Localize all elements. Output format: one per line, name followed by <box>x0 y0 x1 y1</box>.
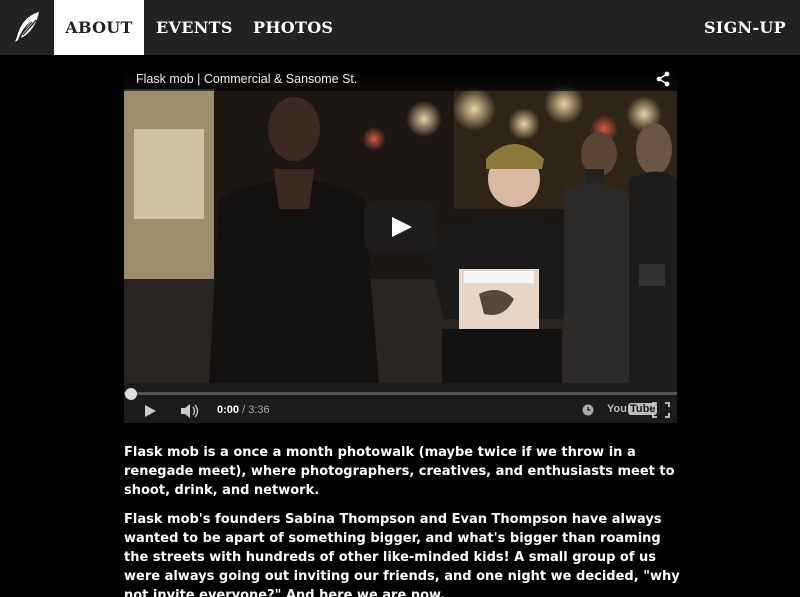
duration: 3:36 <box>248 404 270 416</box>
video-controls: 0:00 / 3:36 You Tube <box>124 383 677 423</box>
share-icon[interactable] <box>655 71 671 87</box>
video-title[interactable]: Flask mob | Commercial & Sansome St. <box>136 72 357 86</box>
video-player[interactable]: Flask mob | Commercial & Sansome St. 0:0… <box>124 69 677 423</box>
about-content: Flask mob is a once a month photowalk (m… <box>124 443 684 597</box>
nav-events[interactable]: EVENTS <box>156 0 233 55</box>
about-paragraph-1: Flask mob is a once a month photowalk (m… <box>124 445 675 498</box>
feather-icon[interactable] <box>12 10 44 44</box>
current-time: 0:00 <box>217 404 240 416</box>
play-icon[interactable] <box>142 403 158 419</box>
nav-about[interactable]: ABOUT <box>54 0 144 55</box>
youtube-logo-you: You <box>607 403 627 415</box>
time-display: 0:00 / 3:36 <box>217 404 270 416</box>
progress-bar[interactable] <box>124 392 677 395</box>
about-paragraph-2: Flask mob's founders Sabina Thompson and… <box>124 512 680 597</box>
watch-later-icon[interactable] <box>582 404 594 416</box>
video-frame[interactable]: Flask mob | Commercial & Sansome St. <box>124 69 677 383</box>
play-overlay-button[interactable] <box>364 201 436 253</box>
play-icon <box>392 217 412 237</box>
nav-signup[interactable]: SIGN-UP <box>704 0 786 55</box>
progress-scrubber[interactable] <box>125 388 137 400</box>
nav-photos[interactable]: PHOTOS <box>253 0 333 55</box>
volume-icon[interactable] <box>180 403 200 419</box>
time-separator: / <box>239 404 249 416</box>
youtube-logo[interactable]: You Tube <box>607 403 658 415</box>
video-title-bar: Flask mob | Commercial & Sansome St. <box>124 69 677 91</box>
top-navigation: ABOUT EVENTS PHOTOS SIGN-UP <box>0 0 800 55</box>
fullscreen-icon[interactable] <box>652 402 670 418</box>
